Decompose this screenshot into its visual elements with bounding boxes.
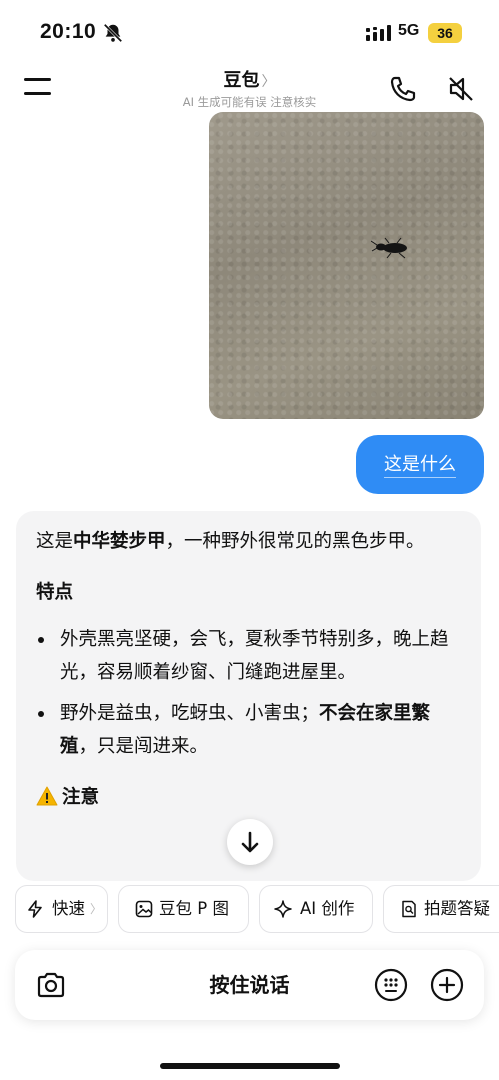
status-time: 20:10 xyxy=(40,20,97,43)
chevron-right-icon: 〉 xyxy=(90,902,103,916)
user-message-bubble[interactable]: 这是什么 xyxy=(356,435,484,494)
uploaded-photo[interactable] xyxy=(209,112,484,419)
camera-icon[interactable] xyxy=(35,969,67,1001)
disclaimer-text: AI 生成可能有误 注意核实 xyxy=(182,95,317,109)
chip-image-edit[interactable]: 豆包 P 图 xyxy=(118,885,249,933)
chip-label: AI 创作 xyxy=(300,899,355,918)
list-item: 外壳黑亮坚硬，会飞，夏秋季节特别多，晚上趋光，容易顺着纱窗、门缝跑进屋里。 xyxy=(36,623,461,689)
scroll-to-bottom-button[interactable] xyxy=(227,819,273,865)
list-item-text: 外壳黑亮坚硬，会飞，夏秋季节特别多，晚上趋光，容易顺着纱窗、门缝跑进屋里。 xyxy=(60,629,449,683)
warning-title: 注意 xyxy=(62,787,100,808)
question-scan-icon xyxy=(402,900,416,918)
network-type: 5G xyxy=(398,22,420,39)
battery-indicator: 36 xyxy=(428,23,462,43)
list-item-text: ，只是闯进来。 xyxy=(78,736,209,757)
bell-muted-icon xyxy=(103,23,123,43)
list-item: 野外是益虫，吃蚜虫、小害虫；不会在家里繁殖，只是闯进来。 xyxy=(36,697,461,763)
list-item-text: 野外是益虫，吃蚜虫、小害虫； xyxy=(60,703,320,724)
plus-icon[interactable] xyxy=(430,968,464,1002)
phone-icon[interactable] xyxy=(388,74,418,104)
chat-title-text: 豆包 xyxy=(223,70,260,91)
quick-action-bar: 快速 〉 豆包 P 图 AI 创作 拍题答疑 xyxy=(0,885,499,935)
section-title: 特点 xyxy=(36,582,74,603)
chip-homework-help[interactable]: 拍题答疑 xyxy=(383,885,499,933)
image-edit-icon xyxy=(135,900,153,918)
warning-icon xyxy=(36,786,58,806)
user-message-text: 这是什么 xyxy=(384,454,456,478)
chip-label: 快速 xyxy=(52,899,85,918)
keypad-icon[interactable] xyxy=(374,968,408,1002)
speaker-muted-icon[interactable] xyxy=(446,74,476,104)
chip-fast-mode[interactable]: 快速 〉 xyxy=(15,885,108,933)
intro-suffix: ，一种野外很常见的黑色步甲。 xyxy=(165,531,425,552)
feature-list: 外壳黑亮坚硬，会飞，夏秋季节特别多，晚上趋光，容易顺着纱窗、门缝跑进屋里。 野外… xyxy=(36,623,461,763)
chip-label: 豆包 P 图 xyxy=(159,899,229,918)
hold-to-talk-button[interactable]: 按住说话 xyxy=(15,950,484,1020)
ai-intro: 这是中华婪步甲，一种野外很常见的黑色步甲。 xyxy=(36,525,461,558)
lightning-icon xyxy=(28,900,42,918)
chat-title[interactable]: 豆包〉 xyxy=(0,66,499,92)
warning-heading: 注意 xyxy=(36,781,461,814)
signal-icon xyxy=(366,25,392,41)
home-indicator[interactable] xyxy=(160,1063,340,1069)
chip-ai-create[interactable]: AI 创作 xyxy=(259,885,373,933)
chevron-right-icon: 〉 xyxy=(261,74,276,90)
arrow-down-icon xyxy=(241,831,259,853)
intro-bold: 中华婪步甲 xyxy=(73,531,166,552)
sparkle-icon xyxy=(274,900,292,918)
intro-prefix: 这是 xyxy=(36,531,74,552)
input-bar: 按住说话 xyxy=(15,950,484,1020)
beetle-image xyxy=(371,237,407,259)
chip-label: 拍题答疑 xyxy=(424,899,490,918)
